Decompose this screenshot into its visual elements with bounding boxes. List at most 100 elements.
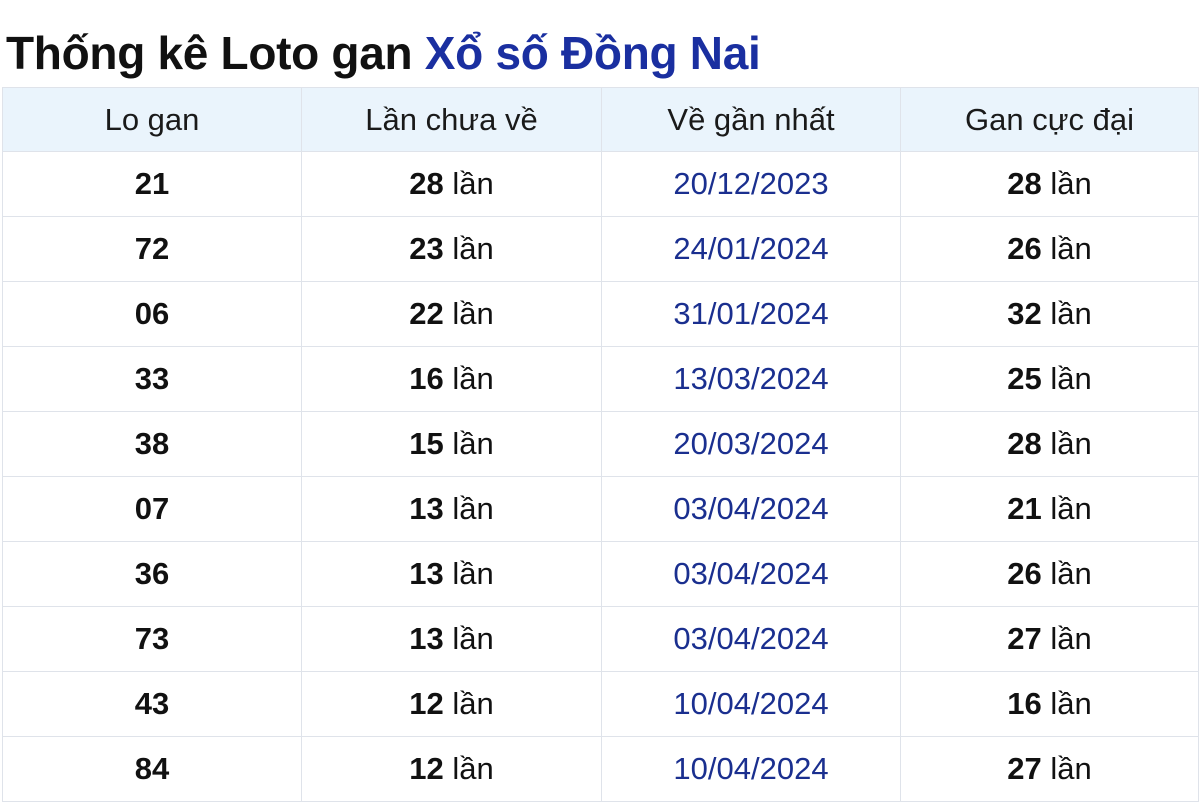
table-row: 07 13 lần 03/04/2024 21 lần [2, 476, 1199, 542]
missed-count-value: 12 [409, 686, 444, 721]
lo-gan-number: 06 [2, 281, 302, 347]
lo-gan-number: 07 [2, 476, 302, 542]
missed-count-unit: lần [452, 166, 494, 201]
max-gap-cell: 26 lần [900, 541, 1199, 607]
page-title: Thống kê Loto gan Xổ số Đồng Nai [6, 22, 761, 84]
column-header-max-gap: Gan cực đại [900, 87, 1199, 152]
page-title-prefix: Thống kê Loto gan [6, 27, 413, 79]
missed-count-value: 23 [409, 231, 444, 266]
lo-gan-number: 43 [2, 671, 302, 737]
missed-count-value: 13 [409, 621, 444, 656]
table-row: 84 12 lần 10/04/2024 27 lần [2, 736, 1199, 802]
column-header-missed-count: Lần chưa về [301, 87, 602, 152]
table-row: 38 15 lần 20/03/2024 28 lần [2, 411, 1199, 477]
missed-count-cell: 15 lần [301, 411, 602, 477]
missed-count-unit: lần [452, 426, 494, 461]
missed-count-unit: lần [452, 491, 494, 526]
missed-count-cell: 12 lần [301, 736, 602, 802]
column-header-last-seen: Về gần nhất [601, 87, 901, 152]
max-gap-unit: lần [1050, 426, 1092, 461]
missed-count-cell: 13 lần [301, 476, 602, 542]
missed-count-unit: lần [452, 751, 494, 786]
lo-gan-number: 72 [2, 216, 302, 282]
max-gap-unit: lần [1050, 296, 1092, 331]
missed-count-value: 28 [409, 166, 444, 201]
max-gap-value: 26 [1007, 231, 1042, 266]
table-row: 06 22 lần 31/01/2024 32 lần [2, 281, 1199, 347]
loto-gan-table: Lo gan Lần chưa về Về gần nhất Gan cực đ… [2, 87, 1199, 802]
max-gap-cell: 21 lần [900, 476, 1199, 542]
last-seen-date: 13/03/2024 [601, 346, 901, 412]
max-gap-unit: lần [1050, 686, 1092, 721]
max-gap-unit: lần [1050, 231, 1092, 266]
missed-count-unit: lần [452, 556, 494, 591]
missed-count-value: 16 [409, 361, 444, 396]
missed-count-unit: lần [452, 296, 494, 331]
table-row: 33 16 lần 13/03/2024 25 lần [2, 346, 1199, 412]
missed-count-value: 12 [409, 751, 444, 786]
missed-count-value: 13 [409, 556, 444, 591]
max-gap-unit: lần [1050, 751, 1092, 786]
table-header: Lo gan Lần chưa về Về gần nhất Gan cực đ… [2, 87, 1199, 152]
max-gap-value: 27 [1007, 621, 1042, 656]
last-seen-date: 10/04/2024 [601, 671, 901, 737]
max-gap-value: 26 [1007, 556, 1042, 591]
missed-count-cell: 16 lần [301, 346, 602, 412]
table-body: 21 28 lần 20/12/2023 28 lần 72 23 lần 24/01/20… [2, 151, 1199, 802]
lo-gan-number: 21 [2, 151, 302, 217]
lo-gan-number: 38 [2, 411, 302, 477]
last-seen-date: 20/03/2024 [601, 411, 901, 477]
table-row: 21 28 lần 20/12/2023 28 lần [2, 151, 1199, 217]
max-gap-value: 16 [1007, 686, 1042, 721]
missed-count-cell: 12 lần [301, 671, 602, 737]
max-gap-value: 32 [1007, 296, 1042, 331]
missed-count-cell: 22 lần [301, 281, 602, 347]
max-gap-cell: 16 lần [900, 671, 1199, 737]
table-row: 72 23 lần 24/01/2024 26 lần [2, 216, 1199, 282]
max-gap-unit: lần [1050, 491, 1092, 526]
max-gap-value: 28 [1007, 166, 1042, 201]
missed-count-cell: 28 lần [301, 151, 602, 217]
last-seen-date: 03/04/2024 [601, 606, 901, 672]
lo-gan-number: 84 [2, 736, 302, 802]
missed-count-value: 22 [409, 296, 444, 331]
missed-count-unit: lần [452, 621, 494, 656]
last-seen-date: 24/01/2024 [601, 216, 901, 282]
lo-gan-number: 73 [2, 606, 302, 672]
max-gap-cell: 26 lần [900, 216, 1199, 282]
last-seen-date: 03/04/2024 [601, 476, 901, 542]
max-gap-unit: lần [1050, 361, 1092, 396]
header-row: Lo gan Lần chưa về Về gần nhất Gan cực đ… [2, 87, 1199, 152]
table-row: 36 13 lần 03/04/2024 26 lần [2, 541, 1199, 607]
max-gap-unit: lần [1050, 556, 1092, 591]
lo-gan-number: 33 [2, 346, 302, 412]
last-seen-date: 20/12/2023 [601, 151, 901, 217]
table-row: 43 12 lần 10/04/2024 16 lần [2, 671, 1199, 737]
max-gap-value: 27 [1007, 751, 1042, 786]
max-gap-cell: 28 lần [900, 151, 1199, 217]
table-row: 73 13 lần 03/04/2024 27 lần [2, 606, 1199, 672]
last-seen-date: 03/04/2024 [601, 541, 901, 607]
page-title-lottery-name: Xổ số Đồng Nai [424, 27, 761, 79]
last-seen-date: 31/01/2024 [601, 281, 901, 347]
max-gap-cell: 28 lần [900, 411, 1199, 477]
missed-count-unit: lần [452, 231, 494, 266]
missed-count-cell: 13 lần [301, 606, 602, 672]
max-gap-value: 25 [1007, 361, 1042, 396]
lo-gan-number: 36 [2, 541, 302, 607]
last-seen-date: 10/04/2024 [601, 736, 901, 802]
max-gap-cell: 32 lần [900, 281, 1199, 347]
max-gap-value: 21 [1007, 491, 1042, 526]
missed-count-value: 13 [409, 491, 444, 526]
max-gap-value: 28 [1007, 426, 1042, 461]
missed-count-cell: 23 lần [301, 216, 602, 282]
max-gap-cell: 27 lần [900, 606, 1199, 672]
max-gap-cell: 27 lần [900, 736, 1199, 802]
column-header-lo-gan: Lo gan [2, 87, 302, 152]
max-gap-unit: lần [1050, 166, 1092, 201]
missed-count-unit: lần [452, 361, 494, 396]
missed-count-unit: lần [452, 686, 494, 721]
max-gap-unit: lần [1050, 621, 1092, 656]
max-gap-cell: 25 lần [900, 346, 1199, 412]
missed-count-cell: 13 lần [301, 541, 602, 607]
